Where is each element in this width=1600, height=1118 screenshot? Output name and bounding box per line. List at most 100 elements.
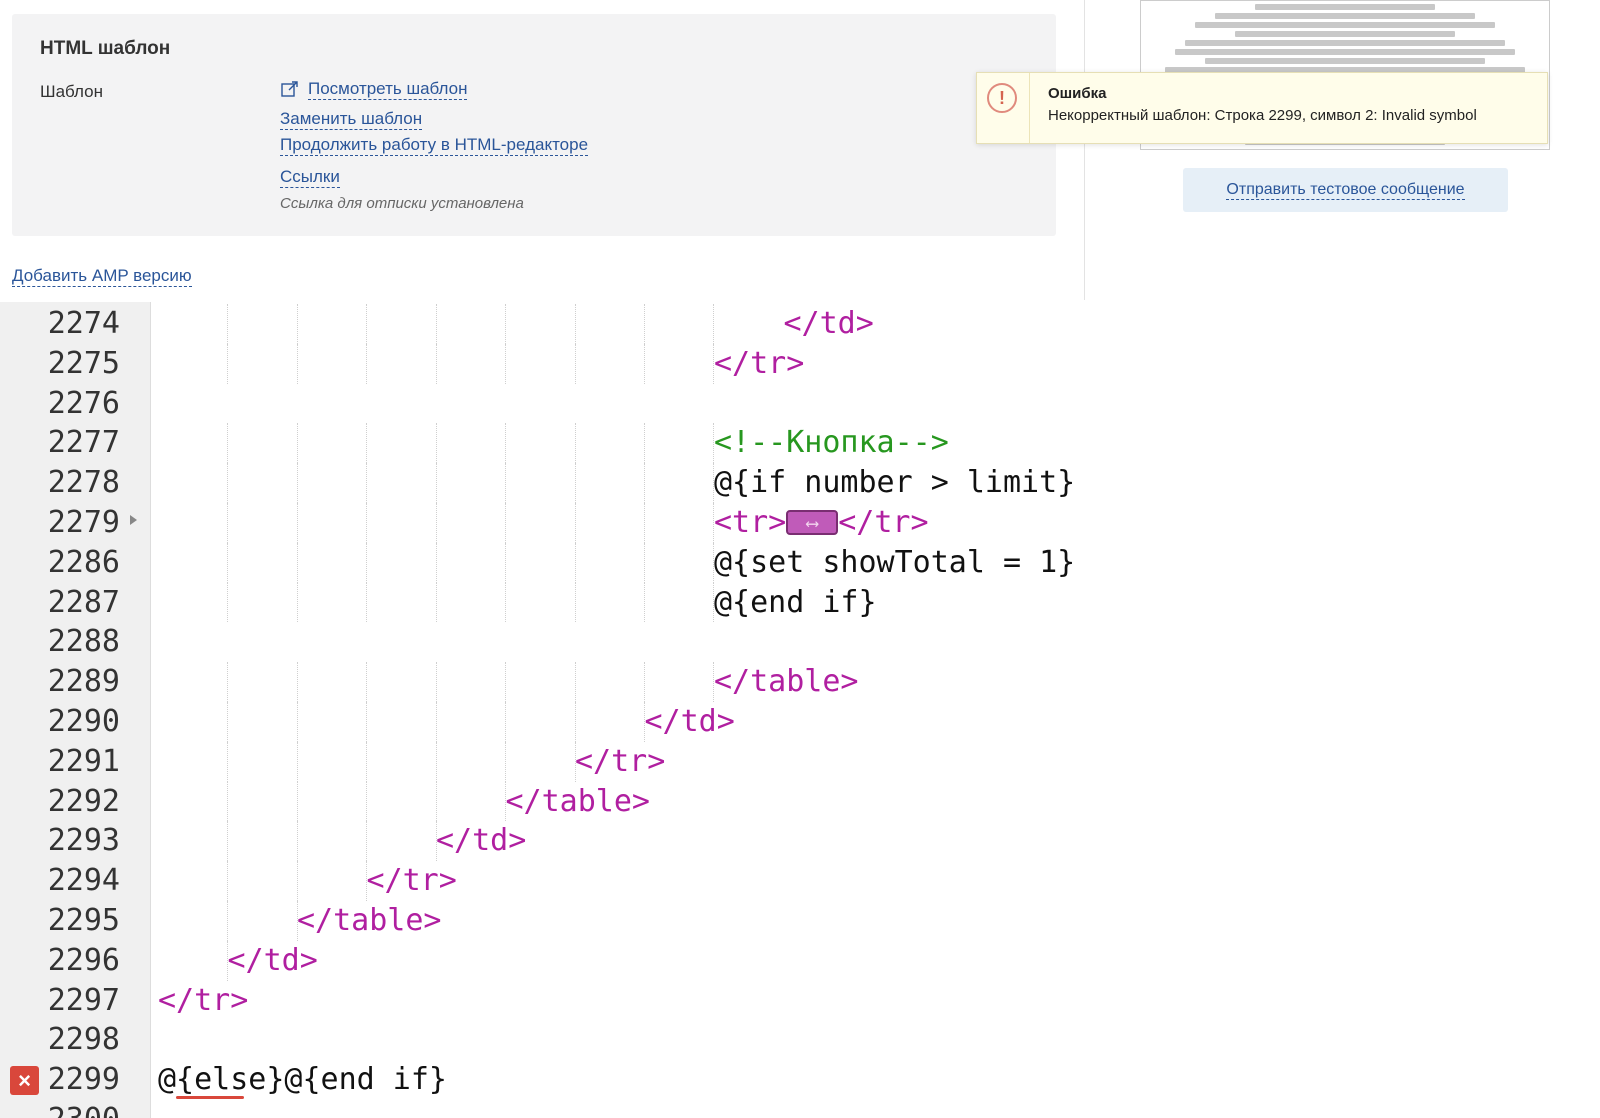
indent-guide [436, 702, 437, 742]
indent-guide [366, 662, 367, 702]
code-text: </tr> [714, 344, 804, 384]
indent-guide [297, 781, 298, 822]
links-link[interactable]: Ссылки [280, 167, 340, 188]
line-number: 2287 [47, 584, 120, 620]
indent-guide [297, 582, 298, 623]
send-test-message-button[interactable]: Отправить тестовое сообщение [1183, 168, 1508, 212]
code-line[interactable]: 2276 [0, 384, 1600, 424]
external-link-icon [281, 81, 298, 97]
code-line[interactable]: 2293 </td> [0, 821, 1600, 862]
line-number: 2277 [47, 425, 120, 461]
indent-guide [227, 821, 228, 862]
indent-guide [297, 343, 298, 384]
code-line[interactable]: 2300 [0, 1100, 1600, 1118]
code-tag: </table> [505, 783, 651, 819]
line-number: 2276 [47, 385, 120, 421]
code-line[interactable]: 2296 </td> [0, 940, 1600, 981]
indent-guide [297, 503, 298, 543]
code-line[interactable]: 2277 <!--Кнопка--> [0, 423, 1600, 464]
replace-template-link[interactable]: Заменить шаблон [280, 109, 423, 130]
code-line[interactable]: 2274 </td> [0, 304, 1600, 344]
indent-guide [227, 702, 228, 742]
view-template-row: Посмотреть шаблон [280, 76, 588, 102]
code-line[interactable]: 2286 @{set showTotal = 1} [0, 542, 1600, 583]
line-number: 2294 [47, 863, 120, 899]
indent-guide [227, 662, 228, 702]
line-number: 2286 [47, 544, 120, 580]
code-line[interactable]: 2294 </tr> [0, 861, 1600, 901]
folded-code-widget[interactable] [786, 504, 839, 544]
indent-guide [436, 463, 437, 503]
line-number: 2289 [47, 664, 120, 700]
code-directive: @{set showTotal = 1} [714, 544, 1076, 580]
indent-guide [436, 781, 437, 822]
continue-editor-row: Продолжить работу в HTML-редакторе [280, 132, 589, 158]
indent-guide [505, 343, 506, 384]
code-tag: </tr> [714, 345, 805, 381]
indent-guide [575, 702, 576, 742]
line-number: 2274 [47, 306, 120, 341]
code-line[interactable]: 2298 [0, 1020, 1600, 1060]
view-template-link[interactable]: Посмотреть шаблон [308, 79, 468, 100]
replace-template-row: Заменить шаблон [280, 106, 588, 132]
indent-guide [366, 542, 367, 583]
indent-guide [436, 582, 437, 623]
indent-guide [366, 702, 367, 742]
indent-guide [644, 542, 645, 583]
code-line[interactable]: 2297 </tr> [0, 981, 1600, 1021]
error-marker-icon[interactable]: × [10, 1066, 39, 1096]
indent-guide [366, 423, 367, 464]
indent-guide [227, 901, 228, 941]
code-line[interactable]: 2295 </table> [0, 901, 1600, 941]
code-line[interactable]: 2279 <tr> </tr> [0, 503, 1600, 544]
indent-guide [297, 463, 298, 503]
code-line[interactable]: 2289 </table> [0, 662, 1600, 702]
line-number: 2278 [47, 465, 120, 501]
line-number: 2297 [47, 982, 120, 1018]
code-tag: <tr> [714, 505, 787, 540]
indent-guide [297, 741, 298, 782]
indent-guide [505, 741, 506, 782]
indent-guide [644, 463, 645, 503]
indent-guide [366, 781, 367, 822]
code-line[interactable]: 2292 </table> [0, 781, 1600, 822]
code-text: </td> [784, 304, 874, 344]
error-notification: ! Ошибка Некорректный шаблон: Строка 229… [976, 72, 1548, 144]
code-directive: @{end if} [714, 584, 877, 620]
code-line[interactable]: 2288 [0, 622, 1600, 662]
unsubscribe-note: Ссылка для отписки установлена [280, 194, 524, 212]
fold-toggle-icon[interactable] [130, 515, 137, 525]
code-text: <tr> </tr> [714, 503, 929, 544]
code-line[interactable]: 2291 </tr> [0, 741, 1600, 782]
code-tag: </table> [297, 903, 442, 938]
indent-guide [505, 702, 506, 742]
indent-guide [436, 343, 437, 384]
code-line[interactable]: 2278 @{if number > limit} [0, 463, 1600, 503]
line-number: 2292 [47, 783, 120, 819]
indent-guide [644, 343, 645, 384]
indent-guide [505, 423, 506, 464]
indent-guide [436, 503, 437, 543]
indent-guide [436, 423, 437, 464]
line-number: 2298 [47, 1022, 120, 1058]
indent-guide [227, 741, 228, 782]
code-tag: </td> [783, 306, 874, 341]
indent-guide [505, 582, 506, 623]
add-amp-version-link[interactable]: Добавить AMP версию [12, 266, 192, 287]
code-text: </td> [645, 702, 735, 742]
code-line[interactable]: 2275 </tr> [0, 343, 1600, 384]
code-text: </table> [506, 782, 651, 822]
code-line[interactable]: 2299 × @{else}@{end if} [0, 1060, 1600, 1100]
code-editor[interactable]: 2274 </td> 2275 </tr> 2276 2277 <!--Кнопка--> 2… [0, 302, 1600, 1118]
preview-text-line [1185, 40, 1505, 46]
code-text: </td> [436, 821, 526, 861]
indent-guide [227, 542, 228, 583]
code-line[interactable]: 2287 @{end if} [0, 582, 1600, 623]
indent-guide [227, 463, 228, 503]
code-text: </table> [714, 662, 859, 702]
line-number: 2293 [47, 823, 120, 859]
send-test-message-label: Отправить тестовое сообщение [1226, 180, 1465, 200]
continue-html-editor-link[interactable]: Продолжить работу в HTML-редакторе [280, 135, 589, 156]
code-line[interactable]: 2290 </td> [0, 702, 1600, 742]
indent-guide [644, 503, 645, 543]
